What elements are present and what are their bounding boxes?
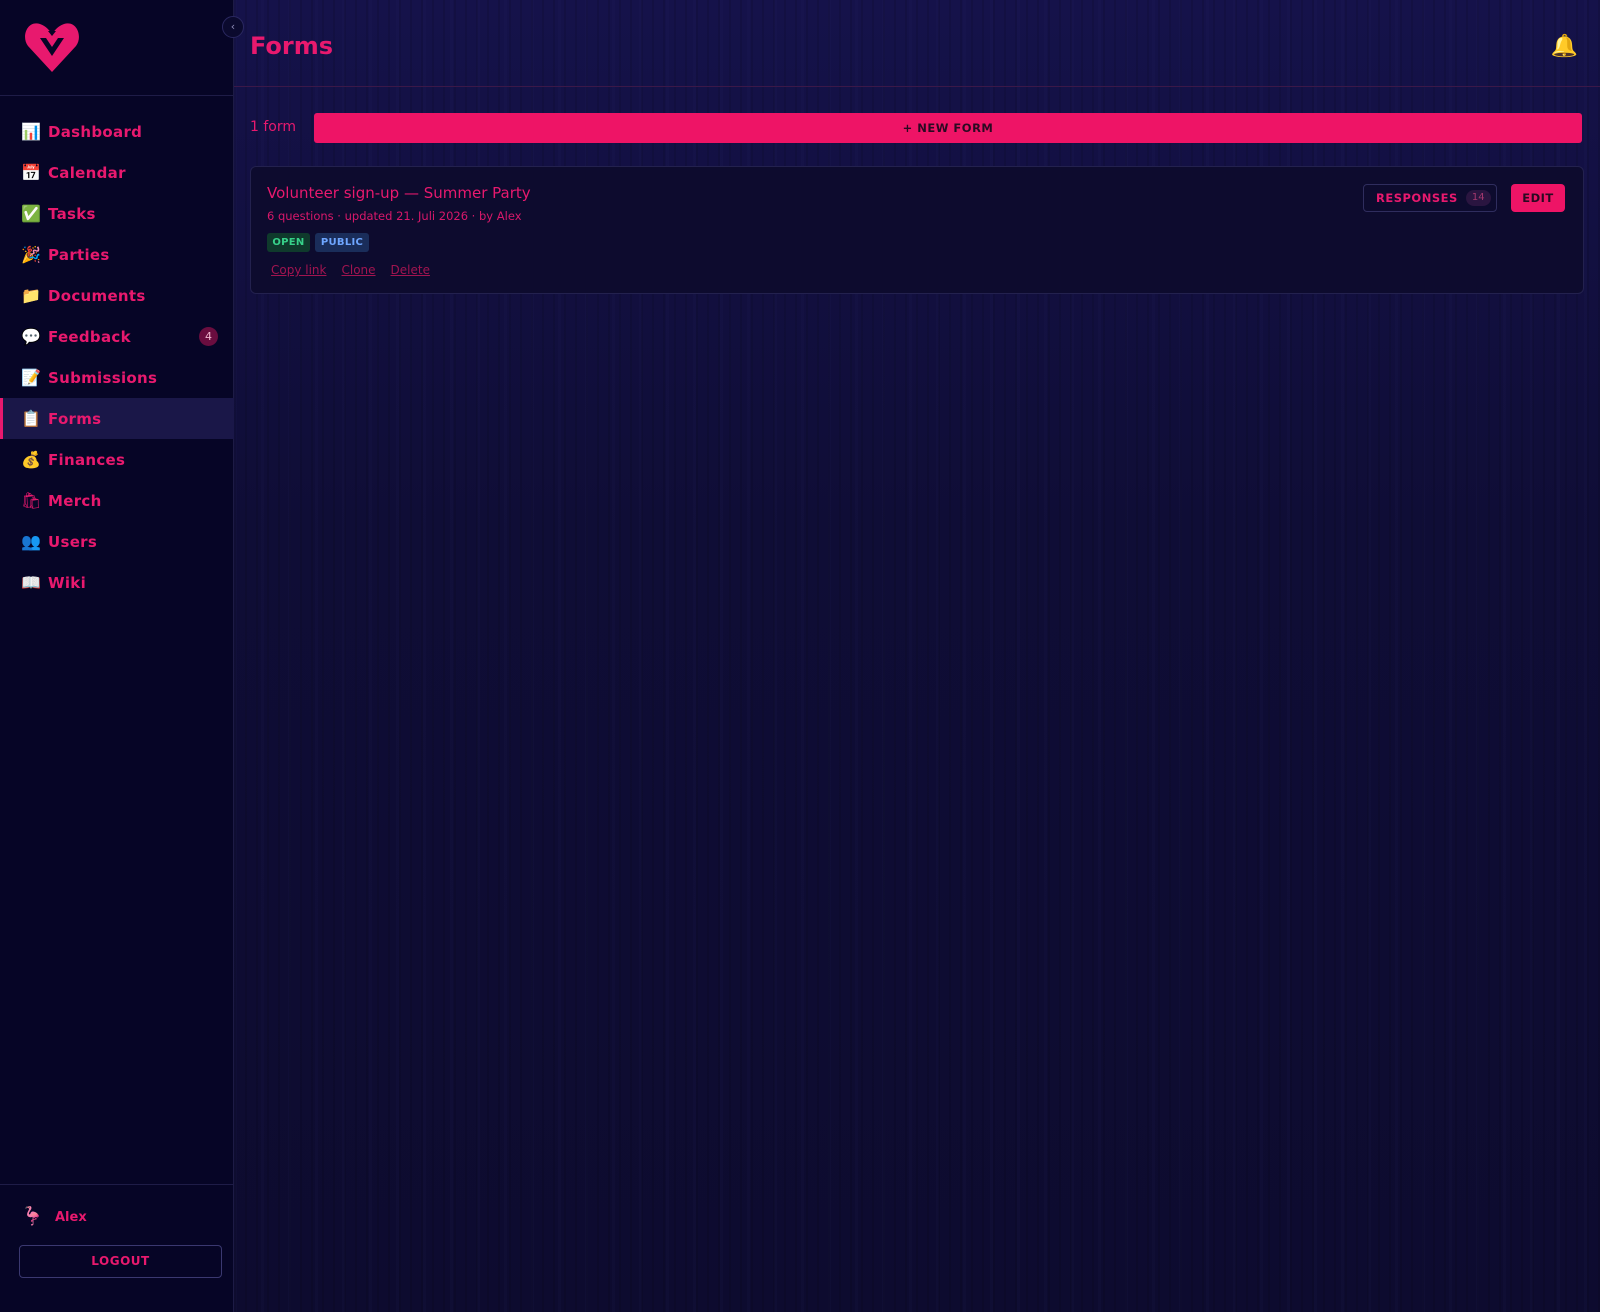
memo-icon: 📝 bbox=[21, 367, 41, 387]
sidebar-item-label: Wiki bbox=[48, 573, 87, 592]
form-meta: 6 questions · updated 21. Juli 2026 · by… bbox=[267, 209, 522, 223]
user-profile[interactable]: 🦩 Alex bbox=[21, 1205, 87, 1229]
sidebar-item-users[interactable]: 👥 Users bbox=[0, 521, 234, 562]
feedback-count-badge: 4 bbox=[199, 327, 218, 346]
sidebar-item-forms[interactable]: 📋 Forms bbox=[0, 398, 234, 439]
heart-logo-icon[interactable] bbox=[24, 18, 80, 74]
form-card: Volunteer sign-up — Summer Party 6 quest… bbox=[250, 166, 1584, 294]
sidebar-item-tasks[interactable]: ✅ Tasks bbox=[0, 193, 234, 234]
sidebar-item-label: Forms bbox=[48, 409, 102, 428]
responses-label: RESPONSES bbox=[1376, 191, 1458, 205]
sidebar-item-label: Finances bbox=[48, 450, 126, 469]
money-bag-icon: 💰 bbox=[21, 449, 41, 469]
party-popper-icon: 🎉 bbox=[21, 244, 41, 264]
sidebar-item-merch[interactable]: 🛍 Merch bbox=[0, 480, 234, 521]
page-header: Forms 🔔 bbox=[234, 0, 1600, 87]
logout-button[interactable]: LOGOUT bbox=[19, 1245, 222, 1278]
sidebar-item-finances[interactable]: 💰 Finances bbox=[0, 439, 234, 480]
sidebar-item-submissions[interactable]: 📝 Submissions bbox=[0, 357, 234, 398]
folder-icon: 📁 bbox=[21, 285, 41, 305]
copy-link-button[interactable]: Copy link bbox=[271, 263, 326, 277]
sidebar-item-documents[interactable]: 📁 Documents bbox=[0, 275, 234, 316]
page-title: Forms bbox=[250, 32, 334, 60]
form-title[interactable]: Volunteer sign-up — Summer Party bbox=[267, 184, 531, 202]
main-content: Forms 🔔 1 form + NEW FORM Volunteer sign… bbox=[234, 0, 1600, 1312]
flamingo-avatar-icon: 🦩 bbox=[21, 1206, 44, 1227]
users-icon: 👥 bbox=[21, 531, 41, 551]
checkmark-icon: ✅ bbox=[21, 203, 41, 223]
sidebar-item-label: Calendar bbox=[48, 163, 126, 182]
sidebar-item-feedback[interactable]: 💬 Feedback 4 bbox=[0, 316, 234, 357]
chart-icon: 📊 bbox=[21, 121, 41, 141]
form-count-label: 1 form bbox=[250, 119, 296, 135]
clone-button[interactable]: Clone bbox=[341, 263, 375, 277]
sidebar-item-label: Merch bbox=[48, 491, 102, 510]
status-badge-open: OPEN bbox=[267, 233, 310, 252]
user-name: Alex bbox=[55, 1209, 87, 1225]
clipboard-icon: 📋 bbox=[21, 408, 41, 428]
bell-icon[interactable]: 🔔 bbox=[1551, 34, 1578, 59]
sidebar-footer: 🦩 Alex LOGOUT bbox=[0, 1184, 234, 1312]
shopping-bags-icon: 🛍 bbox=[21, 490, 42, 510]
sidebar: ‹ 📊 Dashboard 📅 Calendar ✅ Tasks 🎉 Parti… bbox=[0, 0, 244, 1312]
sidebar-item-parties[interactable]: 🎉 Parties bbox=[0, 234, 234, 275]
sidebar-item-label: Documents bbox=[48, 286, 146, 305]
responses-count-badge: 14 bbox=[1465, 190, 1491, 206]
collapse-sidebar-button[interactable]: ‹ bbox=[222, 16, 244, 38]
sidebar-item-label: Tasks bbox=[48, 204, 96, 223]
new-form-button[interactable]: + NEW FORM bbox=[314, 113, 1582, 143]
sidebar-item-calendar[interactable]: 📅 Calendar bbox=[0, 152, 234, 193]
status-badge-public: PUBLIC bbox=[315, 233, 369, 252]
form-actions: Copy link Clone Delete bbox=[271, 263, 445, 277]
speech-bubble-icon: 💬 bbox=[21, 326, 41, 346]
sidebar-item-wiki[interactable]: 📖 Wiki bbox=[0, 562, 234, 603]
sidebar-item-label: Parties bbox=[48, 245, 110, 264]
logo-area bbox=[0, 0, 233, 96]
sidebar-item-label: Users bbox=[48, 532, 98, 551]
sidebar-item-label: Submissions bbox=[48, 368, 158, 387]
delete-button[interactable]: Delete bbox=[391, 263, 430, 277]
edit-button[interactable]: EDIT bbox=[1511, 184, 1565, 212]
sidebar-item-dashboard[interactable]: 📊 Dashboard bbox=[0, 111, 234, 152]
calendar-icon: 📅 bbox=[21, 162, 41, 182]
responses-button[interactable]: RESPONSES 14 bbox=[1363, 184, 1497, 212]
sidebar-nav: 📊 Dashboard 📅 Calendar ✅ Tasks 🎉 Parties… bbox=[0, 111, 234, 603]
open-book-icon: 📖 bbox=[21, 572, 41, 592]
sidebar-item-label: Dashboard bbox=[48, 122, 143, 141]
sidebar-item-label: Feedback bbox=[48, 327, 131, 346]
